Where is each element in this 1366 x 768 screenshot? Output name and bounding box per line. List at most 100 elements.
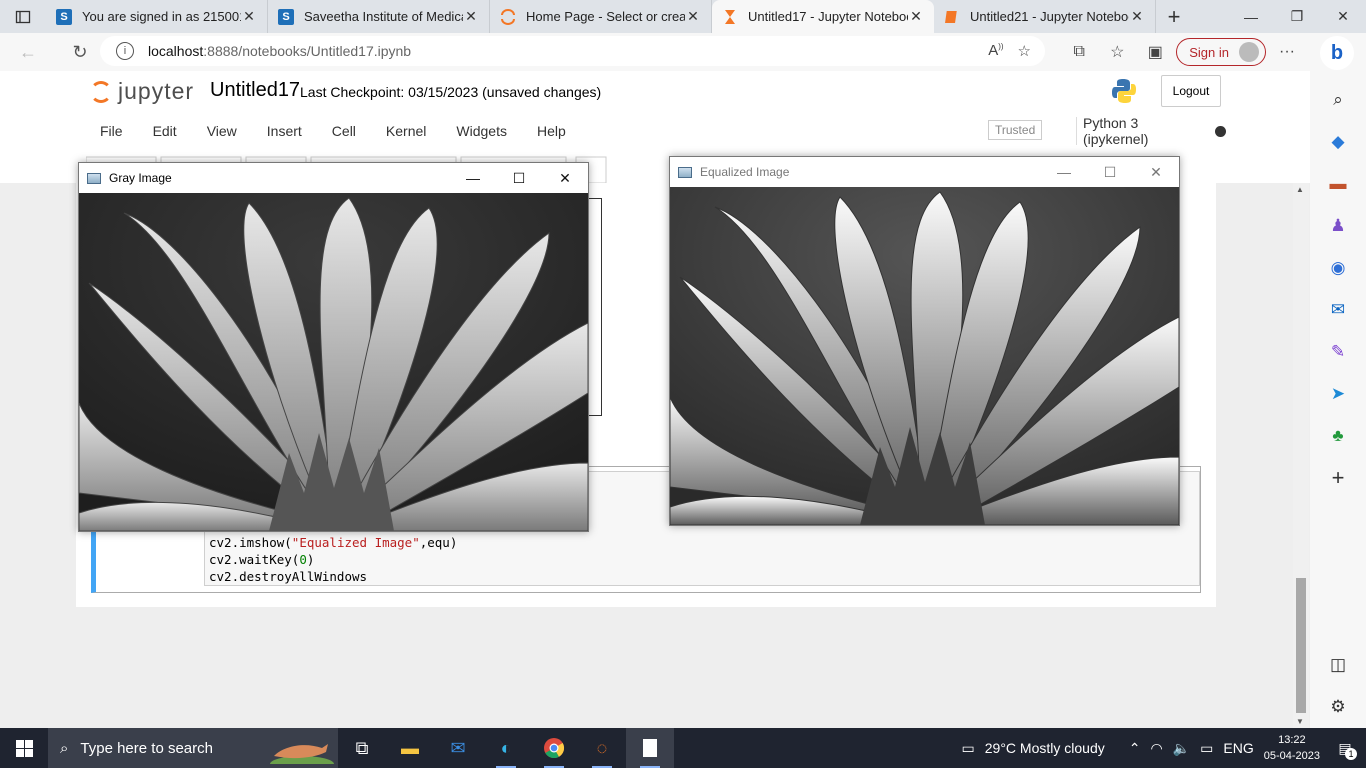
minimize-button[interactable]: — — [1228, 0, 1274, 33]
more-icon[interactable]: ··· — [1270, 37, 1304, 67]
weather-text[interactable]: 29°C Mostly cloudy — [985, 740, 1105, 756]
mail-icon[interactable]: ✉ — [434, 728, 482, 768]
windows-logo-icon — [15, 739, 33, 757]
jupyter-app-icon[interactable]: ◌ — [578, 728, 626, 768]
tree-icon[interactable]: ♣ — [1320, 415, 1356, 457]
scroll-down-icon[interactable]: ▼ — [1296, 717, 1304, 726]
extensions-icon[interactable]: ⧉ — [1062, 37, 1096, 67]
bing-icon[interactable]: b — [1320, 36, 1354, 70]
clock[interactable]: 13:22 05-04-2023 — [1264, 732, 1320, 764]
new-tab-button[interactable]: + — [1156, 0, 1192, 33]
add-icon[interactable]: + — [1320, 457, 1356, 499]
trusted-indicator[interactable]: Trusted — [988, 120, 1043, 140]
url-host: localhost — [148, 43, 204, 59]
briefcase-icon[interactable]: ▬ — [1320, 163, 1356, 205]
close-icon[interactable]: ✕ — [1129, 8, 1145, 25]
window-titlebar[interactable]: Equalized Image — ☐ ✕ — [670, 157, 1179, 187]
outlook-icon[interactable]: ✉ — [1320, 289, 1356, 331]
menu-help[interactable]: Help — [522, 123, 581, 139]
add-favorite-icon[interactable]: ☆ — [1018, 42, 1031, 60]
weather-icon[interactable]: ▭ — [962, 740, 975, 757]
window-app-icon — [678, 166, 692, 178]
opencv-window-icon[interactable] — [626, 728, 674, 768]
jupyter-ring-icon — [90, 80, 112, 103]
sign-in-label: Sign in — [1189, 44, 1229, 60]
refresh-button[interactable]: ↻ — [62, 36, 98, 68]
dinosaur-icon — [270, 744, 334, 764]
menu-kernel[interactable]: Kernel — [371, 123, 441, 139]
notebook-title[interactable]: Untitled17 — [210, 79, 300, 102]
battery-icon[interactable]: ▭ — [1200, 740, 1213, 757]
browser-tab-3[interactable]: Home Page - Select or create ✕ — [490, 0, 712, 33]
checkpoint-status: Last Checkpoint: 03/15/2023 (unsaved cha… — [300, 84, 602, 100]
window-title: Equalized Image — [700, 165, 790, 179]
chrome-icon[interactable] — [530, 728, 578, 768]
close-icon[interactable]: ✕ — [463, 8, 479, 25]
taskbar-search[interactable]: ⌕ Type here to search — [48, 728, 338, 768]
browser-tab-5[interactable]: Untitled21 - Jupyter Notebook ✕ — [934, 0, 1156, 33]
equalized-image-window[interactable]: Equalized Image — ☐ ✕ — [669, 156, 1180, 526]
show-hidden-icons-icon[interactable]: ⌃ — [1129, 740, 1141, 757]
equalized-flower-image — [670, 187, 1179, 525]
file-explorer-icon[interactable]: ▬ — [386, 728, 434, 768]
close-button[interactable]: ✕ — [542, 170, 588, 187]
browser-tab-2[interactable]: S Saveetha Institute of Medical ✕ — [268, 0, 490, 33]
browser-tab-1[interactable]: S You are signed in as 2150015 ✕ — [46, 0, 268, 33]
kernel-name: Python 3 (ipykernel) — [1083, 115, 1149, 147]
games-icon[interactable]: ♟ — [1320, 205, 1356, 247]
scrollbar-thumb[interactable] — [1296, 578, 1306, 713]
scroll-up-icon[interactable]: ▲ — [1296, 185, 1304, 194]
settings-gear-icon[interactable]: ⚙ — [1320, 686, 1356, 728]
tab-title: Untitled17 - Jupyter Notebook — [748, 9, 908, 24]
minimize-button[interactable]: — — [1041, 164, 1087, 181]
menu-view[interactable]: View — [192, 123, 252, 139]
maximize-button[interactable]: ☐ — [1087, 164, 1133, 181]
tag-icon[interactable]: ◆ — [1320, 121, 1356, 163]
designer-icon[interactable]: ✎ — [1320, 331, 1356, 373]
kernel-busy-icon — [1215, 125, 1226, 137]
clock-time: 13:22 — [1278, 734, 1306, 746]
close-icon[interactable]: ✕ — [685, 8, 701, 25]
restore-button[interactable]: ❐ — [1274, 0, 1320, 33]
s-logo-icon: S — [278, 8, 294, 25]
back-button[interactable]: ← — [10, 36, 46, 68]
read-aloud-icon[interactable]: A)) — [988, 42, 1003, 60]
menu-widgets[interactable]: Widgets — [441, 123, 522, 139]
menu-insert[interactable]: Insert — [252, 123, 317, 139]
task-view-icon[interactable]: ⧉ — [338, 728, 386, 768]
menu-edit[interactable]: Edit — [138, 123, 192, 139]
collections-icon[interactable]: ▣ — [1138, 37, 1172, 67]
url-field[interactable]: i localhost:8888/notebooks/Untitled17.ip… — [100, 36, 1045, 66]
logout-button[interactable]: Logout — [1161, 75, 1221, 107]
search-icon[interactable]: ⌕ — [1320, 79, 1356, 121]
gray-image-window[interactable]: Gray Image — ☐ ✕ — [78, 162, 589, 532]
maximize-button[interactable]: ☐ — [496, 170, 542, 187]
window-titlebar[interactable]: Gray Image — ☐ ✕ — [79, 163, 588, 193]
send-icon[interactable]: ➤ — [1320, 373, 1356, 415]
sidebar-toggle-icon[interactable]: ◫ — [1320, 644, 1356, 686]
close-window-button[interactable]: ✕ — [1320, 0, 1366, 33]
start-button[interactable] — [0, 728, 48, 768]
menu-file[interactable]: File — [86, 123, 138, 139]
close-icon[interactable]: ✕ — [908, 8, 924, 25]
browser-tab-4[interactable]: Untitled17 - Jupyter Notebook ✕ — [712, 0, 934, 33]
notification-center-button[interactable]: ▤ 1 — [1330, 733, 1360, 763]
window-title: Gray Image — [109, 171, 172, 185]
menu-cell[interactable]: Cell — [317, 123, 371, 139]
close-icon[interactable]: ✕ — [241, 8, 257, 25]
office-icon[interactable]: ◉ — [1320, 247, 1356, 289]
notebook-icon — [944, 9, 960, 25]
volume-icon[interactable]: 🔈 — [1173, 740, 1190, 757]
edge-icon[interactable]: ◐ — [482, 728, 530, 768]
tab-actions-icon — [15, 10, 31, 23]
close-button[interactable]: ✕ — [1133, 164, 1179, 181]
sign-in-button[interactable]: Sign in — [1176, 38, 1266, 66]
tab-actions-button[interactable] — [0, 0, 46, 33]
language-indicator[interactable]: ENG — [1223, 740, 1253, 756]
minimize-button[interactable]: — — [450, 170, 496, 187]
wifi-icon[interactable]: ◠ — [1150, 740, 1162, 757]
info-icon[interactable]: i — [116, 42, 134, 60]
jupyter-logo[interactable]: jupyter — [90, 78, 194, 105]
page-scrollbar[interactable]: ▲ ▼ — [1293, 183, 1309, 728]
favorites-icon[interactable]: ☆ — [1100, 37, 1134, 67]
